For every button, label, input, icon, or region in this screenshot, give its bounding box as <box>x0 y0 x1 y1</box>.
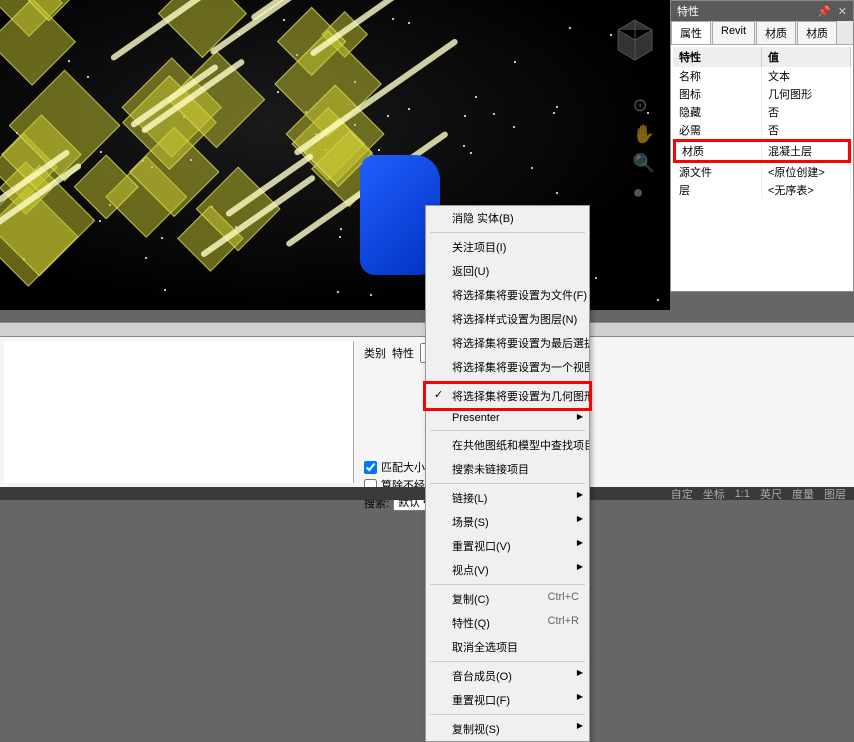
property-row[interactable]: 层<无序表> <box>673 181 851 199</box>
prop-val: <无序表> <box>762 181 851 199</box>
menu-item[interactable]: 消隐 实体(B) <box>426 206 589 230</box>
shortcut: Ctrl+C <box>548 591 579 603</box>
orbit-icon[interactable]: ⊙ <box>633 95 655 116</box>
results-area <box>4 341 354 483</box>
filter-btn[interactable]: 特性 <box>392 345 414 361</box>
pin-icon[interactable]: 📌 <box>817 6 831 18</box>
menu-item[interactable]: 将选择集将要设置为最后選択的対象(F) <box>426 331 589 355</box>
menu-item[interactable]: 返回(U) <box>426 259 589 283</box>
menu-item[interactable]: 音台成员(O) <box>426 664 589 688</box>
col-header-key: 特性 <box>673 47 762 67</box>
context-menu: 消隐 实体(B) 关注项目(I)返回(U)将选择集将要设置为文件(F)将选择样式设… <box>425 205 590 742</box>
shortcut: Ctrl+R <box>548 615 579 627</box>
menu-item[interactable]: 链接(L) <box>426 486 589 510</box>
menu-separator <box>430 430 585 431</box>
tab-properties[interactable]: 属性 <box>671 21 711 44</box>
menu-item[interactable]: 重置视口(F) <box>426 688 589 712</box>
status-item[interactable]: 英尺 <box>760 486 782 502</box>
view-cube[interactable] <box>610 15 660 65</box>
menu-item[interactable]: 取消全选项目 <box>426 635 589 659</box>
property-row[interactable]: 必需否 <box>673 121 851 139</box>
close-icon[interactable]: ✕ <box>838 6 847 18</box>
menu-item[interactable]: 在共他图纸和模型中查找项目(I) <box>426 433 589 457</box>
property-row[interactable]: 名称文本 <box>673 67 851 85</box>
menu-separator <box>430 714 585 715</box>
property-row[interactable]: 源文件<原位创建> <box>673 163 851 181</box>
prop-val: 否 <box>762 121 851 139</box>
panel-tabs: 属性 Revit 材质 材质 <box>671 21 853 45</box>
tab-material2[interactable]: 材质 <box>797 21 837 44</box>
menu-item[interactable]: 搜索未链接项目 <box>426 457 589 481</box>
menu-separator <box>430 483 585 484</box>
prop-key: 名称 <box>673 67 762 85</box>
prop-val: 几何图形 <box>762 85 851 103</box>
prop-key: 层 <box>673 181 762 199</box>
prop-key: 隐藏 <box>673 103 762 121</box>
properties-panel: 特性 📌 ✕ 属性 Revit 材质 材质 特性 值 名称文本图标几何图形隐藏否… <box>670 0 854 292</box>
filter-label: 类别 <box>364 345 386 361</box>
tab-revit[interactable]: Revit <box>712 21 755 44</box>
panel-titlebar[interactable]: 特性 📌 ✕ <box>671 1 853 21</box>
col-header-val: 值 <box>762 47 851 67</box>
property-grid: 特性 值 名称文本图标几何图形隐藏否必需否材质混凝土层源文件<原位创建>层<无序… <box>671 45 853 201</box>
crystal-cluster <box>0 0 400 290</box>
prop-val: 混凝土层 <box>762 142 848 160</box>
prop-val: 否 <box>762 103 851 121</box>
menu-item[interactable]: 重置视口(V) <box>426 534 589 558</box>
match-case-checkbox[interactable] <box>364 461 377 474</box>
prop-key: 图标 <box>673 85 762 103</box>
prop-key: 必需 <box>673 121 762 139</box>
prop-val: <原位创建> <box>762 163 851 181</box>
nav-tools[interactable]: ⊙ ✋ 🔍 ● <box>633 95 655 203</box>
prop-key: 材质 <box>676 142 762 160</box>
status-item[interactable]: 坐标 <box>703 486 725 502</box>
panel-title: 特性 <box>677 3 699 19</box>
prop-val: 文本 <box>762 67 851 85</box>
menu-item[interactable]: 场景(S) <box>426 510 589 534</box>
property-row[interactable]: 材质混凝土层 <box>673 139 851 163</box>
property-row[interactable]: 图标几何图形 <box>673 85 851 103</box>
menu-item[interactable]: 关注项目(I) <box>426 235 589 259</box>
status-item[interactable]: 度量 <box>792 486 814 502</box>
menu-item[interactable]: 将选择集将要设置为几何图形(G) <box>423 381 592 411</box>
menu-separator <box>430 232 585 233</box>
prop-key: 源文件 <box>673 163 762 181</box>
menu-item[interactable]: 将选择集将要设置为一个视图(W) <box>426 355 589 379</box>
menu-item[interactable]: 特性(Q)Ctrl+R <box>426 611 589 635</box>
menu-item[interactable]: 视点(V) <box>426 558 589 582</box>
menu-item[interactable]: 将选择样式设置为图层(N) <box>426 307 589 331</box>
menu-item[interactable]: 复制视(S) <box>426 717 589 741</box>
property-row[interactable]: 隐藏否 <box>673 103 851 121</box>
tab-material[interactable]: 材质 <box>756 21 796 44</box>
pan-icon[interactable]: ✋ <box>633 124 655 145</box>
status-item[interactable]: 自定 <box>671 486 693 502</box>
menu-item[interactable]: 将选择集将要设置为文件(F) <box>426 283 589 307</box>
menu-item[interactable]: 复制(C)Ctrl+C <box>426 587 589 611</box>
status-item[interactable]: 1:1 <box>735 488 750 500</box>
menu-item[interactable]: Presenter <box>426 408 589 428</box>
zoom-icon[interactable]: 🔍 <box>633 153 655 174</box>
menu-separator <box>430 584 585 585</box>
dot-icon[interactable]: ● <box>633 182 655 203</box>
menu-separator <box>430 661 585 662</box>
status-item[interactable]: 图层 <box>824 486 846 502</box>
